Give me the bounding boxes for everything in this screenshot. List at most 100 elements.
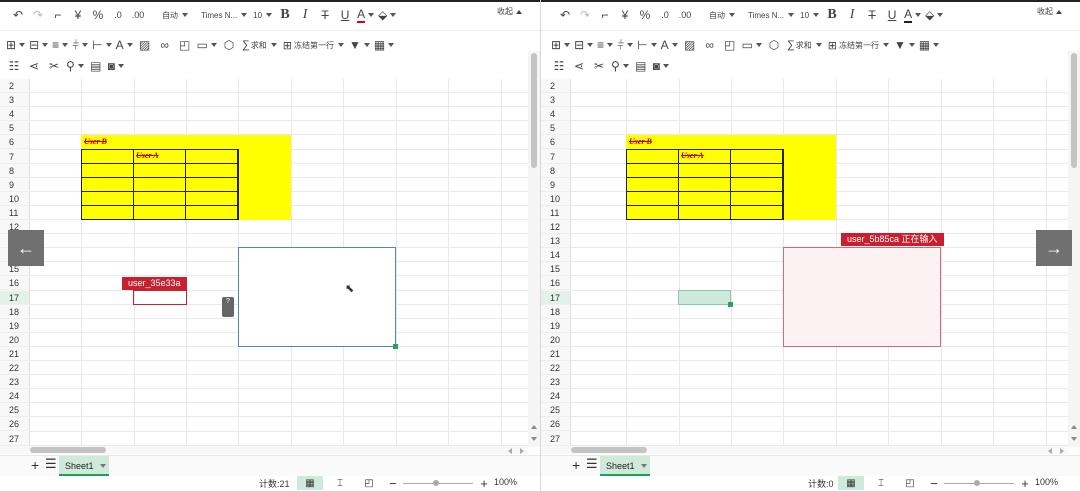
borders-icon[interactable]: ⊞	[6, 35, 25, 55]
row-header[interactable]: 5	[0, 121, 29, 136]
row-header[interactable]: 26	[541, 417, 570, 432]
scroll-thumb[interactable]	[30, 447, 106, 453]
insert-chart-icon[interactable]: ◰	[722, 35, 738, 55]
scroll-right-icon[interactable]	[520, 448, 524, 454]
horizontal-scrollbar[interactable]	[541, 446, 1068, 454]
search-icon[interactable]: ⚲	[66, 56, 84, 76]
cell-grid[interactable]: User B User A user_5b85ca 正在输入	[570, 79, 1068, 446]
protection-icon[interactable]: ⬡	[766, 35, 782, 55]
number-format-select[interactable]: 自动	[162, 5, 188, 25]
cell-user-a[interactable]: User A	[136, 151, 159, 160]
selection-handle[interactable]	[728, 302, 733, 307]
scroll-thumb[interactable]	[531, 53, 537, 168]
sum-button[interactable]: ∑ 求和	[242, 35, 277, 55]
freeze-button[interactable]: ⊞ 冻结第一行	[283, 35, 345, 55]
table-cell[interactable]	[81, 163, 134, 179]
scroll-up-icon[interactable]	[531, 425, 537, 429]
row-header[interactable]: 6	[0, 135, 29, 150]
collapse-toolbar-button[interactable]: 收起	[1037, 6, 1062, 17]
row-header[interactable]: 5	[541, 121, 570, 136]
row-header[interactable]: 3	[0, 93, 29, 108]
scroll-down-icon[interactable]	[1071, 437, 1077, 441]
zoom-slider-knob[interactable]	[974, 480, 980, 486]
selection-handle[interactable]	[393, 344, 398, 349]
table-cell[interactable]	[81, 177, 134, 193]
table-cell[interactable]	[730, 149, 784, 165]
row-header[interactable]: 17	[541, 290, 570, 305]
zoom-slider-knob[interactable]	[433, 480, 439, 486]
table-cell[interactable]	[678, 177, 731, 193]
table-cell[interactable]	[626, 163, 679, 179]
row-header[interactable]: 22	[541, 361, 570, 375]
freeze-button[interactable]: ⊞ 冻结第一行	[828, 35, 890, 55]
text-rotate-icon[interactable]: A	[116, 35, 133, 55]
row-header[interactable]: 23	[541, 375, 570, 390]
format-painter-icon[interactable]: ⌐	[597, 5, 613, 25]
insert-image-icon[interactable]: ▨	[682, 35, 698, 55]
table-cell[interactable]	[185, 205, 239, 221]
page-layout-view-icon[interactable]: ◰	[356, 476, 382, 490]
print-icon[interactable]: ▤	[633, 56, 649, 76]
undo-icon[interactable]: ↶	[557, 5, 573, 25]
row-header[interactable]: 7	[541, 150, 570, 164]
format-painter-icon[interactable]: ⌐	[50, 5, 66, 25]
row-header[interactable]: 11	[541, 206, 570, 220]
row-header[interactable]: 19	[541, 319, 570, 333]
table-cell[interactable]	[626, 191, 679, 207]
sheet-list-icon[interactable]: ☰	[45, 456, 57, 472]
row-header[interactable]: 8	[0, 164, 29, 178]
data-validation-icon[interactable]: ☷	[551, 56, 567, 76]
row-header[interactable]: 17	[0, 290, 29, 305]
table-cell[interactable]	[678, 205, 731, 221]
cell-user-b[interactable]: User B	[629, 137, 652, 146]
row-header[interactable]: 10	[0, 192, 29, 206]
redo-icon[interactable]: ↷	[30, 5, 46, 25]
table-cell[interactable]	[133, 205, 186, 221]
next-arrow-button[interactable]: →	[1036, 230, 1072, 266]
row-header[interactable]: 20	[0, 333, 29, 347]
horizontal-align-icon[interactable]: ≡	[597, 35, 613, 55]
row-header[interactable]: 9	[0, 178, 29, 192]
collapse-toolbar-button[interactable]: 收起	[497, 6, 522, 17]
screenshot-icon[interactable]: ◙	[108, 56, 124, 76]
table-cell[interactable]	[133, 163, 186, 179]
cell-grid[interactable]: User B User A user_35e33a ? ⬉	[29, 79, 528, 446]
font-family-select[interactable]: Times N...	[201, 5, 248, 25]
bold-button[interactable]: B	[824, 5, 840, 25]
comment-icon[interactable]: ▭	[742, 35, 762, 55]
table-cell[interactable]	[133, 191, 186, 207]
data-validation-icon[interactable]: ☷	[6, 56, 22, 76]
insert-link-icon[interactable]: ∞	[702, 35, 718, 55]
decimal-decrease-icon[interactable]: .0	[110, 5, 126, 25]
underline-button[interactable]: U	[337, 5, 353, 25]
split-column-icon[interactable]: ⋖	[571, 56, 587, 76]
protection-icon[interactable]: ⬡	[221, 35, 237, 55]
vertical-align-icon[interactable]: ⫩	[617, 35, 633, 55]
row-header[interactable]: 15	[541, 262, 570, 277]
row-header[interactable]: 2	[541, 79, 570, 93]
conditional-format-icon[interactable]: ▦	[374, 35, 394, 55]
row-header[interactable]: 2	[0, 79, 29, 93]
decimal-decrease-icon[interactable]: .0	[657, 5, 673, 25]
table-cell[interactable]	[626, 177, 679, 193]
row-header[interactable]: 18	[541, 305, 570, 319]
row-header[interactable]: 6	[541, 135, 570, 150]
drawn-shape-box[interactable]	[238, 247, 396, 347]
table-cell[interactable]	[730, 163, 784, 179]
row-header[interactable]: 4	[0, 107, 29, 122]
print-icon[interactable]: ▤	[88, 56, 104, 76]
page-break-view-icon[interactable]: ⌶	[327, 476, 353, 490]
table-cell[interactable]	[185, 149, 239, 165]
row-header[interactable]: 3	[541, 93, 570, 108]
merge-cells-icon[interactable]: ⊟	[574, 35, 593, 55]
page-layout-view-icon[interactable]: ◰	[897, 476, 923, 490]
row-header[interactable]: 10	[541, 192, 570, 206]
table-cell[interactable]	[81, 205, 134, 221]
row-header[interactable]: 25	[541, 403, 570, 418]
sum-button[interactable]: ∑ 求和	[787, 35, 822, 55]
add-sheet-icon[interactable]: +	[572, 457, 580, 473]
row-header[interactable]: 19	[0, 319, 29, 333]
sheet-tab[interactable]: Sheet1	[59, 456, 109, 476]
table-cell[interactable]	[133, 177, 186, 193]
row-header[interactable]: 9	[541, 178, 570, 192]
